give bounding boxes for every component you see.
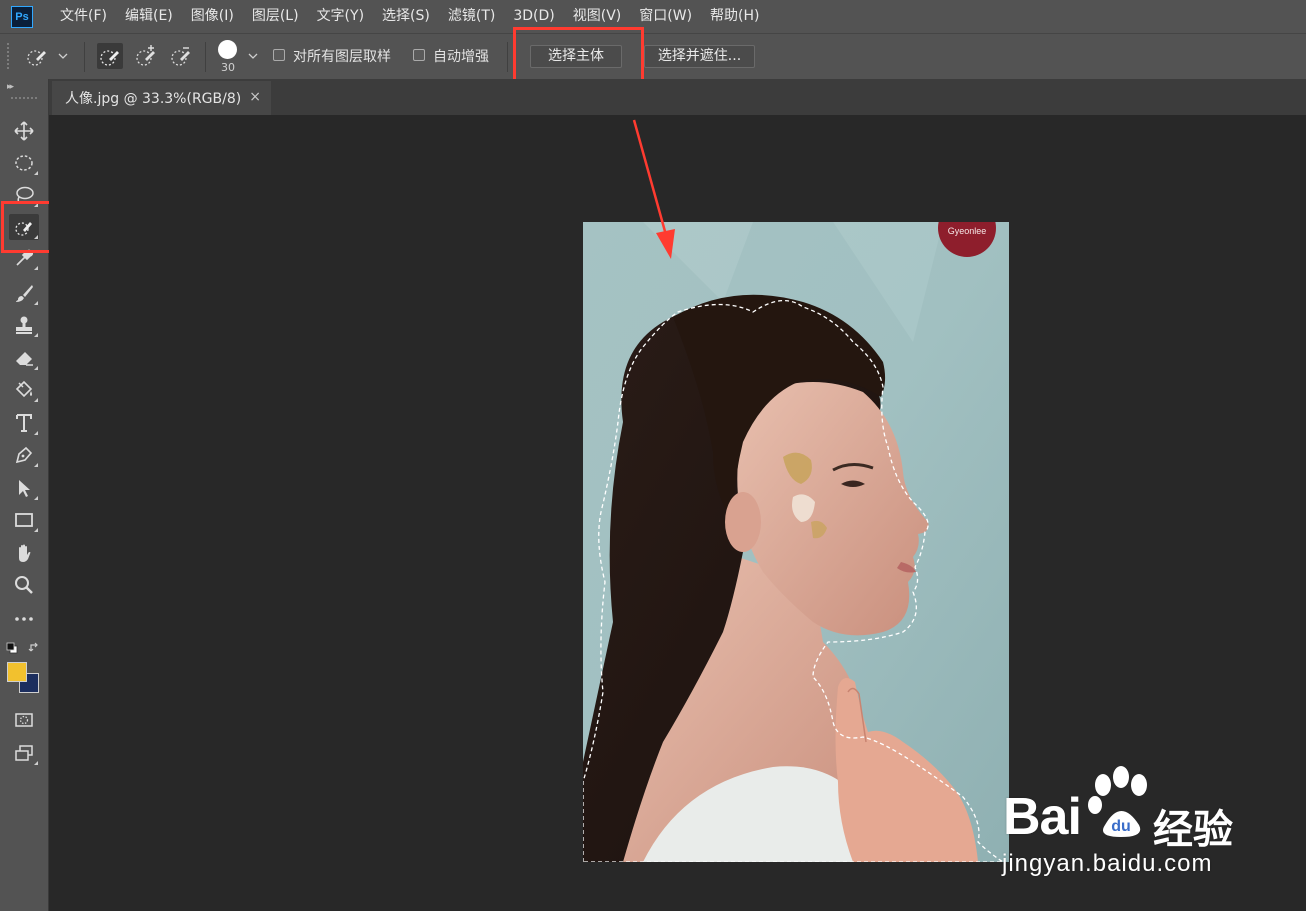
collapse-arrows-icon[interactable]: ▸▸ [7, 82, 14, 92]
svg-text:du: du [1111, 818, 1131, 835]
menu-bar: Ps 文件(F) 编辑(E) 图像(I) 图层(L) 文字(Y) 选择(S) 滤… [0, 0, 1306, 33]
rectangle-icon [15, 513, 33, 527]
type-tool[interactable] [9, 410, 39, 436]
brush-size-value: 30 [221, 61, 235, 74]
sample-all-layers-label: 对所有图层取样 [293, 49, 391, 65]
screen-mode-icon [15, 745, 33, 761]
watermark-brand: Bai [1003, 788, 1082, 846]
options-bar: 30 对所有图层取样 自动增强 选择主体 选择并遮住... [0, 33, 1306, 79]
pen-tool[interactable] [9, 442, 39, 468]
close-icon[interactable]: × [249, 89, 261, 105]
watermark-brand-suffix: 经验 [1153, 807, 1233, 853]
hand-tool[interactable] [9, 540, 39, 566]
menu-type[interactable]: 文字(Y) [308, 0, 373, 33]
menu-help[interactable]: 帮助(H) [701, 0, 768, 33]
paw-logo-icon: du [1088, 766, 1147, 837]
highlight-box-select-subject [513, 27, 644, 86]
photoshop-logo: Ps [11, 5, 33, 28]
document-tab-bar: 人像.jpg @ 33.3%(RGB/8) × [49, 79, 1306, 115]
quick-selection-icon [27, 50, 46, 66]
paint-bucket-icon [15, 380, 33, 398]
quick-selection-icon [100, 50, 119, 66]
menu-edit[interactable]: 编辑(E) [116, 0, 182, 33]
quick-selection-add-icon [136, 45, 155, 66]
type-icon [16, 414, 32, 432]
menu-file[interactable]: 文件(F) [51, 0, 116, 33]
zoom-tool[interactable] [9, 572, 39, 598]
menu-layer[interactable]: 图层(L) [243, 0, 308, 33]
menu-select[interactable]: 选择(S) [373, 0, 439, 33]
options-bar-grip[interactable] [6, 42, 10, 70]
highlight-box-quick-selection [1, 201, 55, 253]
portrait-image: Gyeonlee [583, 222, 1009, 862]
add-to-selection-mode[interactable] [133, 43, 159, 69]
brush-tool[interactable] [9, 280, 39, 306]
brush-icon [16, 285, 33, 302]
auto-enhance-checkbox[interactable] [413, 49, 425, 61]
zoom-icon [15, 576, 33, 594]
path-selection-tool[interactable] [9, 475, 39, 501]
stamp-icon [16, 316, 32, 334]
annotation-arrow-icon [632, 119, 675, 259]
default-colors-icon[interactable] [6, 642, 18, 654]
quick-mask-button[interactable] [9, 707, 39, 733]
eraser-tool[interactable] [9, 345, 39, 371]
divider [84, 42, 85, 72]
auto-enhance-label: 自动增强 [433, 49, 489, 65]
menu-image[interactable]: 图像(I) [182, 0, 243, 33]
baidu-watermark: du Bai 经验 jingyan.baidu.com [985, 765, 1275, 890]
eraser-icon [16, 352, 33, 366]
elliptical-marquee-icon [15, 155, 33, 171]
path-selection-icon [19, 480, 30, 497]
subtract-from-selection-mode[interactable] [168, 43, 194, 69]
move-tool[interactable] [9, 118, 39, 144]
photo-badge-text: Gyeonlee [948, 226, 987, 236]
tools-panel-grip[interactable] [10, 96, 38, 101]
pen-icon [15, 446, 33, 464]
divider [507, 42, 508, 72]
clone-stamp-tool[interactable] [9, 312, 39, 338]
tool-preset-picker[interactable] [24, 43, 50, 69]
new-selection-mode[interactable] [97, 43, 123, 69]
foreground-color-swatch[interactable] [7, 662, 27, 682]
quick-mask-icon [15, 713, 33, 727]
edit-toolbar-button[interactable] [9, 606, 39, 632]
chevron-down-icon[interactable] [248, 51, 258, 61]
brush-preview[interactable] [218, 40, 237, 59]
sample-all-layers-checkbox[interactable] [273, 49, 285, 61]
screen-mode-button[interactable] [9, 740, 39, 766]
portrait-photo[interactable]: Gyeonlee [583, 222, 1009, 862]
paint-bucket-tool[interactable] [9, 377, 39, 403]
watermark-url: jingyan.baidu.com [1002, 850, 1213, 877]
divider [205, 42, 206, 72]
document-tab-title: 人像.jpg @ 33.3%(RGB/8) [65, 91, 242, 107]
more-icon [15, 617, 33, 621]
rectangle-tool[interactable] [9, 507, 39, 533]
document-tab[interactable]: 人像.jpg @ 33.3%(RGB/8) × [52, 81, 271, 115]
swap-colors-icon[interactable] [28, 641, 41, 654]
move-icon [14, 121, 34, 141]
quick-selection-subtract-icon [171, 47, 190, 66]
hand-icon [19, 544, 31, 562]
select-and-mask-button[interactable]: 选择并遮住... [644, 45, 755, 68]
chevron-down-icon[interactable] [58, 51, 68, 61]
menu-filter[interactable]: 滤镜(T) [439, 0, 504, 33]
marquee-tool[interactable] [9, 150, 39, 176]
